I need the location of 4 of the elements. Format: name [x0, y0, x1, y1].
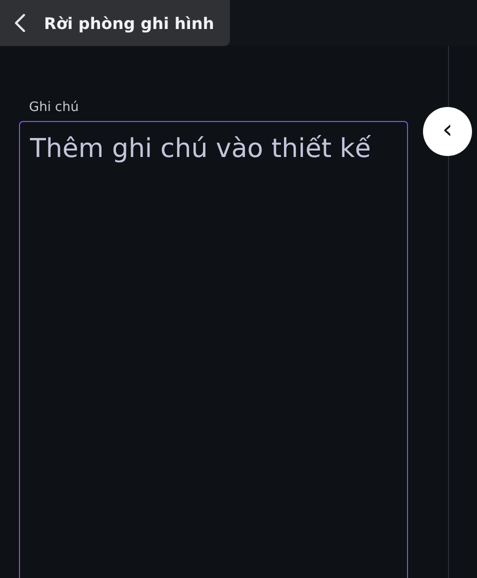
notes-field[interactable]: Thêm ghi chú vào thiết kế — [19, 121, 408, 578]
field-label: Ghi chú — [28, 100, 80, 115]
back-button[interactable]: Rời phòng ghi hình — [0, 0, 230, 46]
collapse-button[interactable]: ‹ — [423, 107, 472, 156]
